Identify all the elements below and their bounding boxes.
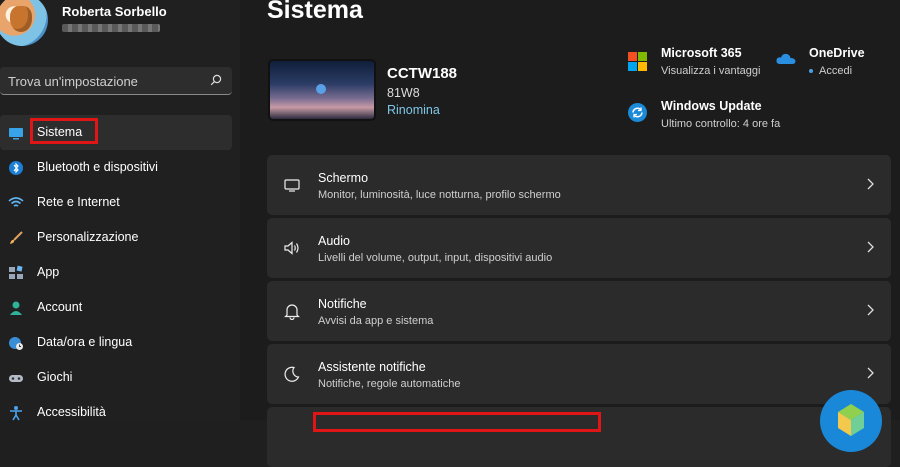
speaker-icon xyxy=(284,241,299,255)
sidebar-item-sistema[interactable]: Sistema xyxy=(0,115,232,150)
moon-icon xyxy=(284,366,300,382)
tile-subtitle: Accedi xyxy=(809,65,852,77)
sidebar-item-rete[interactable]: Rete e Internet xyxy=(0,185,232,220)
search-box[interactable]: Trova un'impostazione xyxy=(0,67,232,95)
user-profile[interactable]: Roberta Sorbello xyxy=(0,0,240,46)
tile-subtitle: Ultimo controllo: 4 ore fa xyxy=(661,118,781,130)
tile-subtitle-text: Accedi xyxy=(819,65,853,77)
tile-microsoft-365[interactable]: Microsoft 365 Visualizza i vantaggi xyxy=(628,46,768,86)
tile-title: OneDrive xyxy=(809,46,865,60)
status-dot xyxy=(809,69,813,74)
card-subtitle: Avvisi da app e sistema xyxy=(318,315,434,327)
sidebar-item-label: Bluetooth e dispositivi xyxy=(37,160,158,174)
card-title: Assistente notifiche xyxy=(318,360,426,374)
sidebar-item-label: Giochi xyxy=(37,370,73,384)
sidebar-item-giochi[interactable]: Giochi xyxy=(0,360,232,395)
monitor-icon xyxy=(9,128,23,140)
device-wallpaper-thumbnail xyxy=(268,59,376,121)
highlight-box xyxy=(30,118,98,144)
sidebar-item-label: App xyxy=(37,265,60,279)
sidebar-item-label: Accessibilità xyxy=(37,405,106,419)
device-model: 81W8 xyxy=(387,86,420,100)
windows-update-icon xyxy=(628,103,647,122)
sidebar-item-account[interactable]: Account xyxy=(0,290,232,325)
card-title: Audio xyxy=(318,234,350,248)
tile-title: Windows Update xyxy=(661,99,762,113)
tile-title: Microsoft 365 xyxy=(661,46,742,60)
sidebar-nav: Sistema Bluetooth e dispositivi Rete e I… xyxy=(0,115,240,430)
sidebar-item-label: Rete e Internet xyxy=(37,195,120,209)
bell-icon xyxy=(284,304,300,320)
tile-subtitle: Visualizza i vantaggi xyxy=(661,65,761,77)
highlight-box xyxy=(313,412,601,432)
sidebar: Roberta Sorbello Trova un'impostazione S… xyxy=(0,0,240,421)
search-icon[interactable] xyxy=(210,74,222,86)
device-logo xyxy=(316,84,326,94)
globe-clock-icon xyxy=(9,337,23,350)
rename-link[interactable]: Rinomina xyxy=(387,103,440,117)
sidebar-item-data-ora[interactable]: Data/ora e lingua xyxy=(0,325,232,360)
gamepad-icon xyxy=(9,375,23,382)
chevron-right-icon xyxy=(867,178,874,190)
bluetooth-icon xyxy=(9,161,23,175)
accessibility-icon xyxy=(10,406,22,421)
microsoft-365-icon xyxy=(628,52,647,71)
sidebar-item-label: Data/ora e lingua xyxy=(37,335,133,349)
tile-onedrive[interactable]: OneDrive Accedi xyxy=(776,46,886,86)
onedrive-icon xyxy=(776,53,796,64)
main-content: Sistema CCTW188 81W8 Rinomina Microsoft … xyxy=(240,0,900,467)
user-email-redacted xyxy=(62,24,160,32)
chevron-right-icon xyxy=(867,304,874,316)
search-input[interactable]: Trova un'impostazione xyxy=(8,74,138,89)
user-name: Roberta Sorbello xyxy=(62,4,167,19)
sidebar-item-accessibilita[interactable]: Accessibilità xyxy=(0,395,232,430)
card-title: Notifiche xyxy=(318,297,367,311)
card-title: Schermo xyxy=(318,171,369,185)
card-schermo[interactable]: Schermo Monitor, luminosità, luce nottur… xyxy=(267,155,891,215)
chevron-right-icon xyxy=(867,241,874,253)
display-icon xyxy=(284,179,300,192)
sidebar-item-personalizzazione[interactable]: Personalizzazione xyxy=(0,220,232,255)
chevron-right-icon xyxy=(867,367,874,379)
card-assistente-notifiche[interactable]: Assistente notifiche Notifiche, regole a… xyxy=(267,344,891,404)
person-icon xyxy=(10,301,22,315)
card-subtitle: Monitor, luminosità, luce notturna, prof… xyxy=(318,189,561,201)
site-logo-badge xyxy=(820,390,882,452)
sidebar-item-bluetooth[interactable]: Bluetooth e dispositivi xyxy=(0,150,232,185)
card-subtitle: Livelli del volume, output, input, dispo… xyxy=(318,252,553,264)
tile-windows-update[interactable]: Windows Update Ultimo controllo: 4 ore f… xyxy=(628,99,798,139)
sidebar-item-app[interactable]: App xyxy=(0,255,232,290)
avatar[interactable] xyxy=(0,0,48,46)
sidebar-item-label: Personalizzazione xyxy=(37,230,139,244)
apps-icon xyxy=(9,265,23,279)
brush-icon xyxy=(10,231,23,244)
card-subtitle: Notifiche, regole automatiche xyxy=(318,378,461,390)
sidebar-item-label: Account xyxy=(37,300,83,314)
wifi-icon xyxy=(8,197,24,207)
card-audio[interactable]: Audio Livelli del volume, output, input,… xyxy=(267,218,891,278)
device-name: CCTW188 xyxy=(387,65,458,82)
card-notifiche[interactable]: Notifiche Avvisi da app e sistema xyxy=(267,281,891,341)
page-title: Sistema xyxy=(267,0,363,24)
